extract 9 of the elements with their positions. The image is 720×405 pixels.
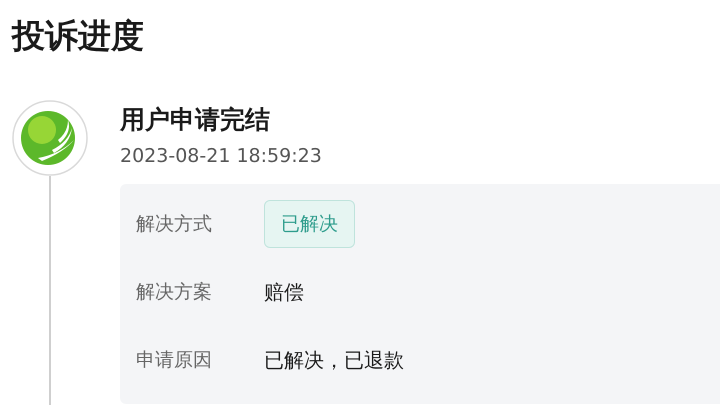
detail-label: 解决方案 [136,280,213,305]
detail-label: 解决方式 [136,212,213,237]
page-title: 投诉进度 [12,15,145,57]
event-title: 用户申请完结 [120,104,271,136]
detail-label: 申请原因 [136,348,213,373]
detail-value: 已解决，已退款 [264,347,404,374]
event-time: 2023-08-21 18:59:23 [120,144,322,169]
status-badge: 已解决 [264,200,355,248]
detail-value: 赔偿 [264,279,304,306]
